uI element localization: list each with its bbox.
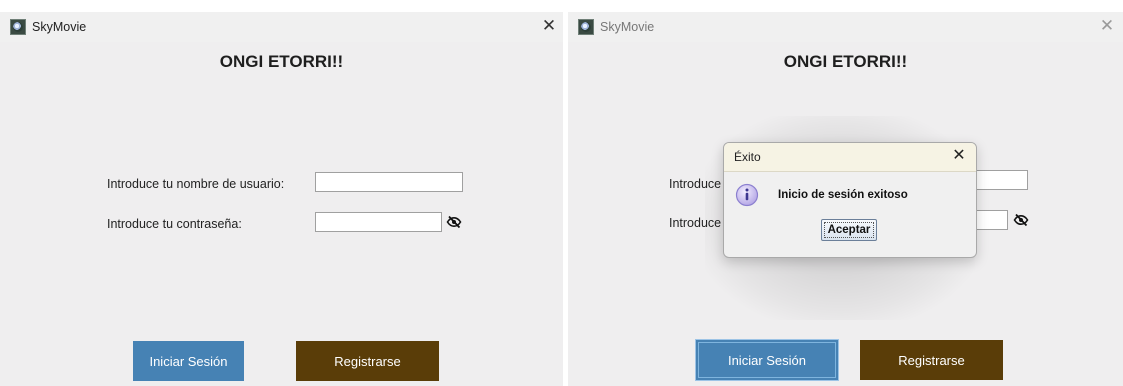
dialog-title-bar: Éxito ✕ xyxy=(724,143,976,172)
login-button[interactable]: Iniciar Sesión xyxy=(696,340,838,380)
info-icon xyxy=(735,183,759,207)
register-button[interactable]: Registrarse xyxy=(860,340,1003,380)
close-icon[interactable]: ✕ xyxy=(950,147,968,165)
accept-button-label: Aceptar xyxy=(823,222,875,238)
login-window-left: SkyMovie ✕ ONGI ETORRI!! Introduce tu no… xyxy=(0,12,563,386)
skymovie-app-icon xyxy=(10,19,26,35)
welcome-heading: ONGI ETORRI!! xyxy=(219,52,344,71)
password-label: Introduce tu contraseña: xyxy=(107,217,242,231)
window-title: SkyMovie xyxy=(32,20,87,34)
skymovie-app-icon xyxy=(578,19,594,35)
close-icon[interactable]: ✕ xyxy=(539,16,559,36)
username-label: Introduce tu nombre de usuario: xyxy=(107,177,285,191)
welcome-heading: ONGI ETORRI!! xyxy=(783,52,908,71)
title-bar: SkyMovie ✕ xyxy=(0,12,563,42)
password-input[interactable] xyxy=(315,212,442,232)
login-window-right: SkyMovie ✕ ONGI ETORRI!! Introduce Intro… xyxy=(568,12,1123,386)
register-button[interactable]: Registrarse xyxy=(296,341,439,381)
dialog-title: Éxito xyxy=(734,150,761,164)
eye-slash-icon[interactable] xyxy=(446,214,462,230)
success-dialog: Éxito ✕ Inicio de sesión exitoso Aceptar xyxy=(723,142,977,258)
close-icon[interactable]: ✕ xyxy=(1097,16,1117,36)
accept-button[interactable]: Aceptar xyxy=(821,219,877,241)
eye-slash-icon[interactable] xyxy=(1013,212,1029,228)
window-title: SkyMovie xyxy=(600,20,655,34)
dialog-message: Inicio de sesión exitoso xyxy=(778,189,908,201)
title-bar: SkyMovie ✕ xyxy=(568,12,1123,42)
username-input[interactable] xyxy=(315,172,463,192)
login-button[interactable]: Iniciar Sesión xyxy=(133,341,244,381)
